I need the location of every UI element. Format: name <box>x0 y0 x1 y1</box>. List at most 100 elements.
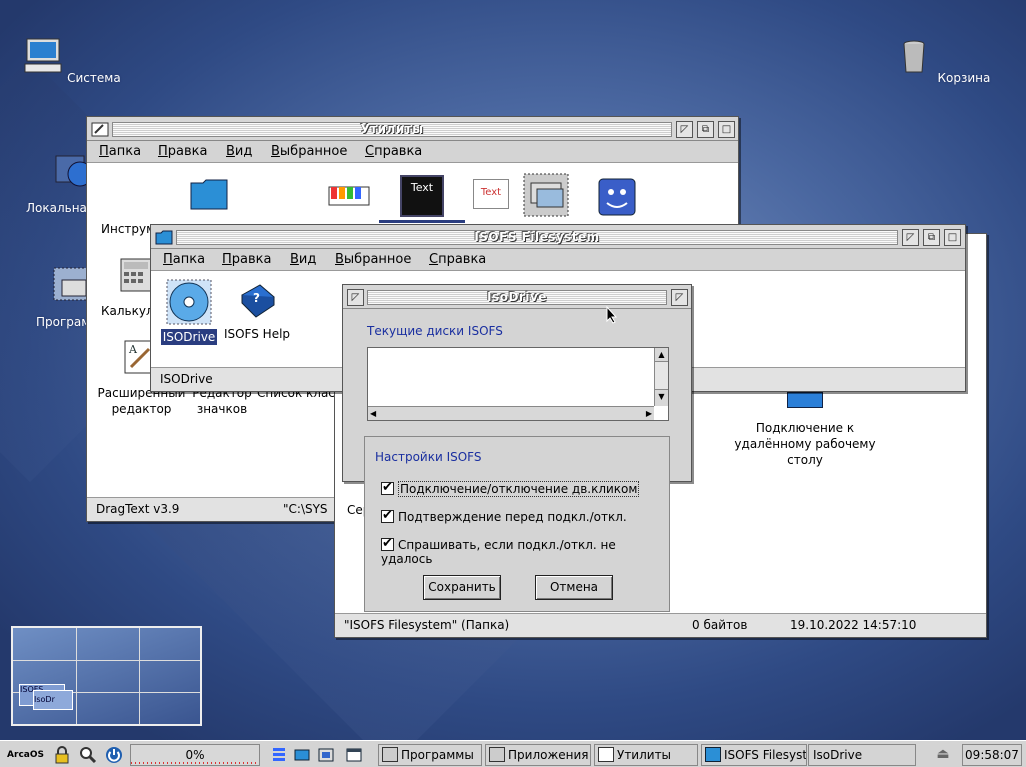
folder-icon[interactable] <box>189 177 229 211</box>
scroll-right-icon[interactable]: ▶ <box>646 407 652 420</box>
arcaos-logo-button[interactable]: ArcaOS <box>2 744 46 766</box>
window-title: ISOFS Filesystem <box>176 230 898 245</box>
search-icon[interactable] <box>79 746 97 764</box>
task-label: Утилиты <box>617 748 672 762</box>
titlebar[interactable]: Утилиты ◸ ⧉ □ <box>87 117 738 141</box>
desktop-pager[interactable]: ISOFS IsoDr <box>11 626 202 726</box>
desktop-icon-system[interactable]: Система <box>22 36 122 85</box>
task-isofs[interactable]: ISOFS Filesyst <box>701 744 807 766</box>
cd-disc-icon <box>166 279 212 325</box>
vertical-scrollbar[interactable]: ▲ ▼ <box>654 348 668 406</box>
restore-button[interactable]: ⧉ <box>923 229 940 246</box>
desktop-icon-trash[interactable]: Корзина <box>892 36 992 85</box>
connections-icon[interactable] <box>317 746 335 764</box>
check-doubleclick[interactable]: Подключение/отключение дв.кликом <box>381 480 640 497</box>
item-label: Подключение к удалённому рабочему столу <box>734 421 876 467</box>
hide-button[interactable]: ◸ <box>676 121 693 138</box>
isodrive-item[interactable]: ISODrive <box>161 279 217 345</box>
windows-icon[interactable] <box>345 746 363 764</box>
current-disks-list[interactable]: ▲ ▼ ◀ ▶ <box>367 347 669 421</box>
power-icon[interactable] <box>105 746 123 764</box>
window-icon <box>382 747 398 762</box>
cancel-button[interactable]: Отмена <box>535 575 613 600</box>
menu-edit[interactable]: Правка <box>222 252 271 267</box>
scroll-left-icon[interactable]: ◀ <box>370 407 376 420</box>
horizontal-scrollbar[interactable]: ◀ ▶ <box>368 406 654 420</box>
checkbox-ask-on-fail[interactable] <box>381 536 394 551</box>
titlebar[interactable]: ◸ IsoDrive ◸ <box>343 285 691 309</box>
system-menu-button[interactable]: ◸ <box>347 289 364 306</box>
task-isodrive[interactable]: IsoDrive <box>808 744 916 766</box>
menu-edit[interactable]: Правка <box>158 144 207 159</box>
cancel-button-label: Отмена <box>549 580 599 594</box>
settings-label: Настройки ISOFS <box>375 450 482 464</box>
scroll-thumb[interactable] <box>655 362 668 390</box>
cpu-meter: 0% <box>130 744 260 766</box>
save-button[interactable]: Сохранить <box>423 575 501 600</box>
dragtext-icon-selected[interactable]: Text <box>379 171 465 223</box>
calculator-item[interactable]: Калькул <box>87 303 154 319</box>
restore-button[interactable]: ⧉ <box>697 121 714 138</box>
menu-view[interactable]: Вид <box>226 144 252 159</box>
menu-help[interactable]: Справка <box>429 252 486 267</box>
scroll-down-icon[interactable]: ▼ <box>655 390 668 404</box>
check-label: Подключение/отключение дв.кликом <box>398 481 640 497</box>
task-label: Приложения <box>508 748 589 762</box>
checkbox-confirm[interactable] <box>381 508 394 523</box>
isofs-settings-panel: Настройки ISOFS Подключение/отключение д… <box>364 436 670 612</box>
text-note-icon[interactable]: Text <box>473 179 509 209</box>
task-programs[interactable]: Программы <box>378 744 482 766</box>
tools-item[interactable]: Инструм <box>87 221 155 237</box>
app-face-icon[interactable] <box>597 177 637 217</box>
check-confirm[interactable]: Подтверждение перед подкл./откл. <box>381 508 627 524</box>
mini-label: IsoDr <box>34 695 55 704</box>
save-button-label: Сохранить <box>428 580 496 594</box>
hide-button[interactable]: ◸ <box>671 289 688 306</box>
status-size: 0 байтов <box>692 618 748 632</box>
calculator-icon[interactable] <box>119 257 153 293</box>
taskbar: ArcaOS 0% Программы Приложения Утилиты I… <box>0 740 1026 767</box>
remote-desktop-item[interactable]: Подключение к удалённому рабочему столу <box>717 420 893 468</box>
drives-icon[interactable] <box>293 746 311 764</box>
menu-favorites[interactable]: Выбранное <box>271 144 347 159</box>
menubar: Папка Правка Вид Выбранное Справка <box>151 249 965 271</box>
checkbox-doubleclick[interactable] <box>381 480 394 495</box>
desktop-icon-programs[interactable]: Програм <box>6 266 96 329</box>
folder-system-menu-icon[interactable] <box>155 229 173 245</box>
eject-icon[interactable]: ⏏ <box>930 744 956 766</box>
window-icon <box>598 747 614 762</box>
isofs-help-item[interactable]: ? ISOFS Help <box>223 281 291 341</box>
menu-help[interactable]: Справка <box>365 144 422 159</box>
piano-icon[interactable] <box>327 181 371 207</box>
task-utilities[interactable]: Утилиты <box>594 744 698 766</box>
hide-button[interactable]: ◸ <box>902 229 919 246</box>
item-label: Инструм <box>101 222 156 236</box>
task-applications[interactable]: Приложения <box>485 744 591 766</box>
help-book-icon: ? <box>241 284 275 318</box>
lock-icon[interactable] <box>53 746 71 764</box>
remote-desktop-icon[interactable] <box>523 173 569 217</box>
desktop-icon-local[interactable]: Локальная <box>6 152 96 215</box>
folder-system-menu-icon[interactable] <box>91 121 109 137</box>
check-ask-on-fail[interactable]: Спрашивать, если подкл./откл. не удалось <box>381 536 669 566</box>
maximize-button[interactable]: □ <box>718 121 735 138</box>
menu-folder[interactable]: Папка <box>163 252 205 267</box>
menu-view[interactable]: Вид <box>290 252 316 267</box>
check-label: Подтверждение перед подкл./откл. <box>398 510 627 524</box>
rdp-icon-partial <box>787 392 823 408</box>
menu-folder[interactable]: Папка <box>99 144 141 159</box>
clock-time: 09:58:07 <box>965 748 1019 762</box>
window-list-icon[interactable] <box>270 746 288 764</box>
svg-text:?: ? <box>253 291 260 305</box>
menu-favorites[interactable]: Выбранное <box>335 252 411 267</box>
cpu-value: 0% <box>185 748 205 762</box>
maximize-button[interactable]: □ <box>944 229 961 246</box>
scroll-up-icon[interactable]: ▲ <box>655 348 668 362</box>
item-label: ISOFS Help <box>223 327 291 341</box>
current-disks-label: Текущие диски ISOFS <box>367 324 503 338</box>
titlebar[interactable]: ISOFS Filesystem ◸ ⧉ □ <box>151 225 965 249</box>
statusbar: "ISOFS Filesystem" (Папка) 0 байтов 19.1… <box>335 613 986 637</box>
item-label: Калькул <box>101 304 154 318</box>
task-label: IsoDrive <box>813 748 863 762</box>
check-label: Спрашивать, если подкл./откл. не удалось <box>381 538 616 566</box>
